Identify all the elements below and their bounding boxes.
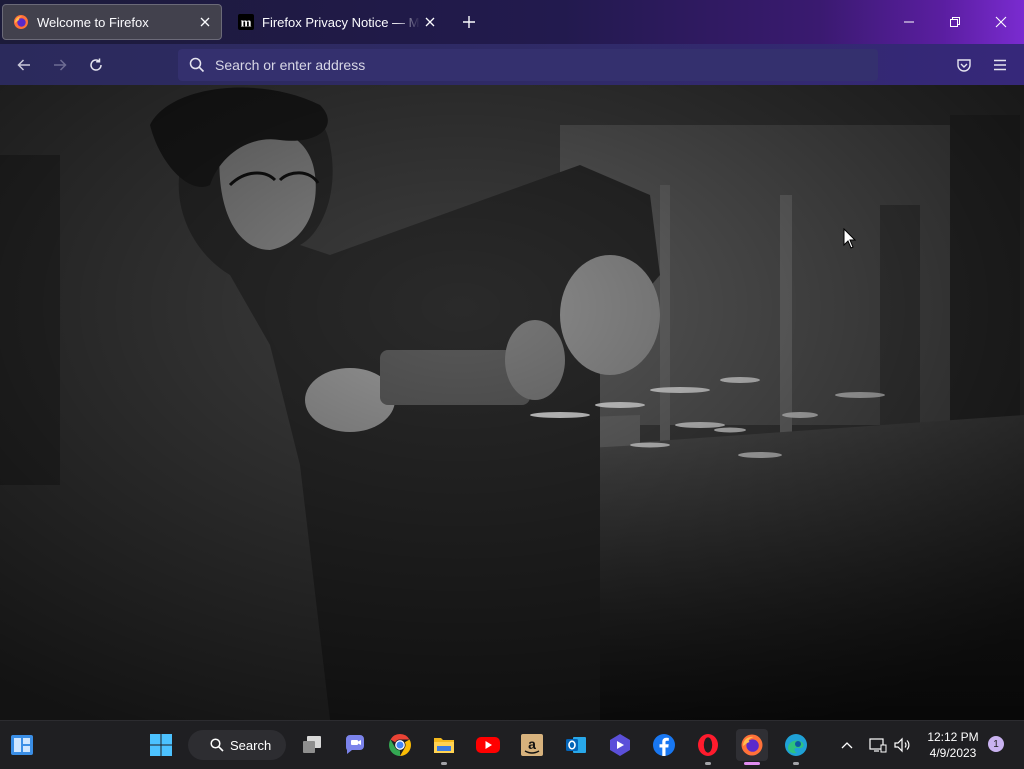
back-arrow-icon — [17, 59, 30, 71]
chrome-button[interactable] — [384, 729, 416, 761]
plus-icon — [463, 16, 475, 28]
amazon-button[interactable]: a — [516, 729, 548, 761]
reload-button[interactable] — [81, 50, 111, 80]
forward-button[interactable] — [45, 50, 75, 80]
file-explorer-icon — [434, 738, 454, 753]
show-hidden-icons-button[interactable] — [836, 731, 858, 759]
new-tab-button[interactable] — [458, 11, 480, 33]
windows-taskbar: Search a 12:12 PM 4/9/2023 1 — [0, 720, 1024, 769]
mouse-cursor-icon — [843, 228, 857, 249]
svg-text:a: a — [528, 736, 536, 752]
firefox-icon — [14, 15, 28, 29]
mozilla-m-icon: m — [238, 14, 254, 30]
network-button[interactable] — [866, 731, 890, 759]
close-tab-icon[interactable] — [195, 12, 215, 32]
outlook-button[interactable] — [560, 729, 592, 761]
youtube-button[interactable] — [472, 729, 504, 761]
opera-icon — [698, 734, 718, 756]
clock-time: 12:12 PM — [927, 730, 979, 744]
amazon-icon: a — [521, 734, 543, 756]
minimize-button[interactable] — [886, 0, 932, 44]
close-window-button[interactable] — [978, 0, 1024, 44]
opera-button[interactable] — [692, 729, 724, 765]
taskbar-clock[interactable]: 12:12 PM 4/9/2023 — [920, 729, 986, 761]
teams-chat-button[interactable] — [339, 729, 371, 761]
outlook-icon — [566, 737, 586, 753]
firefox-taskbar-button[interactable] — [736, 729, 768, 765]
tab-title: Welcome to Firefox — [37, 14, 149, 30]
taskbar-search-button[interactable]: Search — [188, 730, 286, 760]
close-tab-icon[interactable] — [420, 12, 440, 32]
pocket-icon — [957, 59, 971, 72]
widgets-icon — [11, 735, 33, 755]
volume-icon — [894, 737, 910, 753]
taskbar-search-label: Search — [230, 737, 272, 753]
youtube-icon — [476, 737, 500, 753]
restore-icon — [950, 17, 960, 27]
notification-badge[interactable]: 1 — [988, 736, 1004, 752]
svg-text:m: m — [241, 15, 252, 30]
running-indicator — [441, 762, 447, 765]
reload-icon — [90, 58, 102, 71]
file-explorer-button[interactable] — [428, 729, 460, 765]
tab-title: Firefox Privacy Notice — Mozilla — [262, 14, 420, 30]
teams-chat-icon — [345, 735, 364, 754]
network-icon — [869, 738, 887, 753]
firefox-icon — [741, 734, 763, 756]
hero-photo-image — [0, 85, 1024, 720]
edge-icon — [785, 734, 807, 756]
tab-strip: Welcome to Firefox m Firefox Privacy Not… — [0, 0, 1024, 44]
welcome-page-content — [0, 85, 1024, 720]
chrome-icon — [389, 734, 411, 756]
navigation-toolbar — [0, 44, 1024, 85]
back-button[interactable] — [9, 50, 39, 80]
tab-welcome-to-firefox[interactable]: Welcome to Firefox — [2, 4, 222, 40]
search-icon — [210, 738, 224, 752]
address-input[interactable] — [215, 57, 815, 73]
facebook-icon — [653, 734, 675, 756]
facebook-button[interactable] — [648, 729, 680, 761]
clipchamp-icon — [610, 734, 630, 756]
clipchamp-button[interactable] — [604, 729, 636, 761]
volume-button[interactable] — [892, 731, 914, 759]
task-view-button[interactable] — [296, 729, 328, 761]
chevron-up-icon — [841, 742, 853, 749]
application-menu-button[interactable] — [985, 50, 1015, 80]
minimize-icon — [904, 21, 914, 23]
running-indicator — [705, 762, 711, 765]
windows-start-icon — [150, 734, 172, 756]
search-icon — [189, 57, 205, 73]
running-indicator — [793, 762, 799, 765]
edge-button[interactable] — [780, 729, 812, 765]
start-button[interactable] — [145, 729, 177, 761]
close-icon — [995, 16, 1007, 28]
clock-date: 4/9/2023 — [929, 746, 977, 760]
tab-firefox-privacy-notice[interactable]: m Firefox Privacy Notice — Mozilla — [228, 4, 446, 40]
running-indicator — [744, 762, 760, 765]
task-view-icon — [303, 736, 321, 753]
save-to-pocket-button[interactable] — [949, 50, 979, 80]
address-bar[interactable] — [178, 49, 878, 81]
widgets-button[interactable] — [6, 729, 38, 761]
hamburger-menu-icon — [994, 59, 1006, 71]
forward-arrow-icon — [54, 59, 67, 71]
restore-button[interactable] — [932, 0, 978, 44]
